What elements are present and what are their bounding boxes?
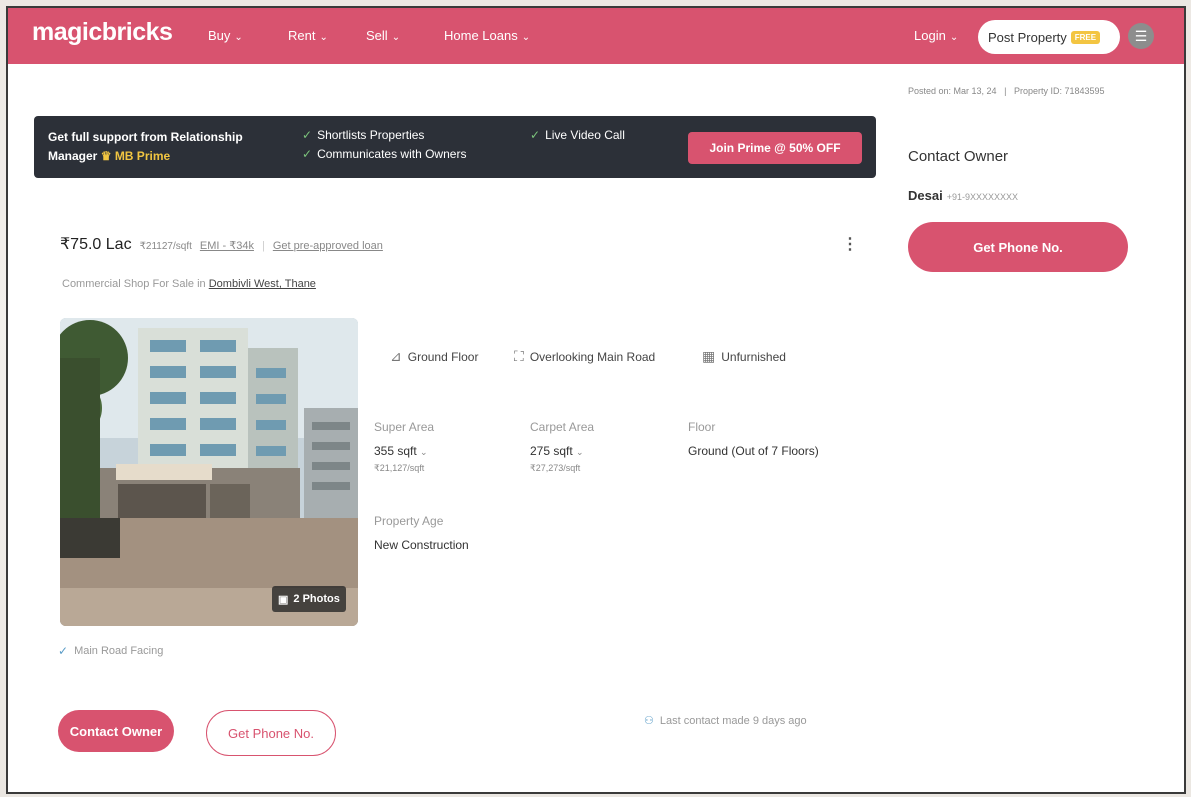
- prime-banner: Get full support from Relationship Manag…: [34, 116, 876, 178]
- main-road-facing-tag: ✓ Main Road Facing: [58, 644, 163, 658]
- feature-floor: ⊿ Ground Floor: [390, 348, 478, 365]
- card-get-phone-button[interactable]: Get Phone No.: [908, 222, 1128, 272]
- check-icon: ✓: [302, 128, 313, 142]
- login-label: Login: [914, 28, 946, 43]
- listing-subtitle: Commercial Shop For Sale in Dombivli Wes…: [62, 278, 316, 290]
- property-photo[interactable]: [60, 318, 358, 626]
- owner-name-row: Desai +91-9XXXXXXXX: [908, 188, 1018, 203]
- feature-furnish-label: Unfurnished: [721, 349, 786, 364]
- price-row: ₹75.0 Lac ₹21127/sqft EMI - ₹34k | Get p…: [60, 234, 383, 254]
- browser-frame: magicbricks Buy ⌄ Rent ⌄ Sell ⌄ Home Loans ⌄…: [6, 6, 1186, 794]
- top-navbar: magicbricks Buy ⌄ Rent ⌄ Sell ⌄ Home Loans ⌄…: [8, 8, 1184, 64]
- nav-sell-label: Sell: [366, 28, 388, 43]
- nav-sell[interactable]: Sell ⌄: [366, 28, 400, 43]
- prime-brand: MB Prime: [114, 149, 171, 163]
- photos-count-badge[interactable]: ▣ 2 Photos: [272, 586, 346, 612]
- floor-value: Ground (Out of 7 Floors): [688, 444, 819, 458]
- feature-furnish: ▦ Unfurnished: [702, 348, 786, 365]
- photos-count-label: 2 Photos: [293, 593, 340, 605]
- chevron-down-icon[interactable]: ⌄: [420, 447, 428, 457]
- prime-line2: Manager ♛ MB Prime: [48, 147, 288, 166]
- check-icon: ✓: [530, 128, 541, 142]
- last-contact-label: Last contact made 9 days ago: [659, 714, 807, 727]
- chevron-down-icon: ⌄: [949, 32, 959, 43]
- road-icon: ⛶: [514, 348, 524, 364]
- feature-road-label: Overlooking Main Road: [529, 349, 656, 364]
- building-illustration: [60, 318, 358, 626]
- nav-rent[interactable]: Rent ⌄: [288, 28, 328, 43]
- photo-icon: ▣: [278, 593, 289, 606]
- feature-road: ⛶ Overlooking Main Road: [514, 348, 655, 365]
- prime-line1: Get full support from Relationship: [48, 130, 243, 144]
- grid-icon: ▦: [702, 348, 716, 364]
- feature-floor-label: Ground Floor: [407, 349, 479, 364]
- user-icon: ⚇: [644, 715, 654, 727]
- prime-line2-prefix: Manager: [48, 149, 98, 163]
- posted-meta: Posted on: Mar 13, 24 | Property ID: 718…: [908, 86, 1105, 96]
- stairs-icon: ⊿: [390, 348, 402, 364]
- emi-link[interactable]: EMI - ₹34k: [200, 239, 254, 252]
- super-area-rate: ₹21,127/sqft: [374, 463, 425, 473]
- post-property-button[interactable]: Post Property FREE: [978, 20, 1120, 54]
- kebab-icon[interactable]: ⋮: [842, 234, 858, 254]
- contact-card-title: Contact Owner: [908, 148, 1009, 165]
- login-menu[interactable]: Login ⌄: [914, 28, 958, 43]
- carpet-area-number: 275 sqft: [530, 444, 573, 458]
- check-icon: ✓: [302, 147, 313, 161]
- contact-owner-button[interactable]: Contact Owner: [58, 710, 174, 752]
- carpet-area-rate: ₹27,273/sqft: [530, 463, 581, 473]
- get-phone-button[interactable]: Get Phone No.: [206, 710, 336, 756]
- nav-buy[interactable]: Buy ⌄: [208, 28, 243, 43]
- chevron-down-icon: ⌄: [319, 32, 328, 43]
- prime-banner-text: Get full support from Relationship Manag…: [48, 128, 288, 166]
- location-link[interactable]: Dombivli West, Thane: [209, 278, 316, 290]
- prime-feature-video: ✓ Live Video Call: [530, 128, 625, 142]
- owner-name: Desai: [908, 188, 943, 203]
- chevron-down-icon[interactable]: ⌄: [576, 447, 584, 457]
- property-age-value: New Construction: [374, 538, 469, 552]
- carpet-area-label: Carpet Area: [530, 420, 595, 434]
- super-area-label: Super Area: [374, 420, 435, 434]
- super-area-number: 355 sqft: [374, 444, 417, 458]
- check-circle-icon: ✓: [58, 644, 69, 658]
- nav-home-loans-label: Home Loans: [444, 28, 518, 43]
- hamburger-icon[interactable]: ☰: [1128, 23, 1154, 49]
- chevron-down-icon: ⌄: [391, 32, 401, 43]
- pre-approved-loan-link[interactable]: Get pre-approved loan: [273, 240, 383, 252]
- property-id: Property ID: 71843595: [1013, 86, 1105, 96]
- prime-feature-shortlist: ✓ Shortlists Properties: [302, 128, 424, 142]
- price-per-sqft: ₹21127/sqft: [139, 241, 192, 252]
- prime-feature-label: Shortlists Properties: [317, 128, 425, 142]
- join-prime-button[interactable]: Join Prime @ 50% OFF: [688, 132, 862, 164]
- free-badge: FREE: [1070, 30, 1101, 44]
- meta-separator: |: [999, 86, 1012, 96]
- prime-feature-label: Live Video Call: [545, 128, 625, 142]
- last-contact-info: ⚇ Last contact made 9 days ago: [644, 714, 807, 728]
- chevron-down-icon: ⌄: [521, 32, 531, 43]
- property-age-label: Property Age: [374, 514, 444, 528]
- nav-rent-label: Rent: [288, 28, 316, 43]
- nav-home-loans[interactable]: Home Loans ⌄: [444, 28, 530, 43]
- site-logo[interactable]: magicbricks: [32, 18, 173, 47]
- price-separator: |: [261, 240, 265, 252]
- carpet-area-value: 275 sqft ⌄: [530, 444, 584, 458]
- prime-feature-communicate: ✓ Communicates with Owners: [302, 147, 466, 161]
- post-property-label: Post Property: [988, 29, 1067, 45]
- floor-label: Floor: [688, 420, 716, 434]
- listing-price: ₹75.0 Lac: [60, 236, 132, 253]
- chevron-down-icon: ⌄: [234, 32, 243, 43]
- posted-date: Posted on: Mar 13, 24: [908, 86, 997, 96]
- contact-owner-card: Contact Owner Desai +91-9XXXXXXXX Get Pho…: [892, 118, 1154, 298]
- nav-buy-label: Buy: [208, 28, 231, 43]
- crown-icon: ♛: [100, 149, 112, 163]
- main-road-facing-label: Main Road Facing: [74, 645, 164, 657]
- owner-phone-masked: +91-9XXXXXXXX: [946, 192, 1018, 202]
- super-area-value: 355 sqft ⌄: [374, 444, 428, 458]
- prime-feature-label: Communicates with Owners: [317, 147, 467, 161]
- listing-type: Commercial Shop For Sale in: [62, 278, 206, 290]
